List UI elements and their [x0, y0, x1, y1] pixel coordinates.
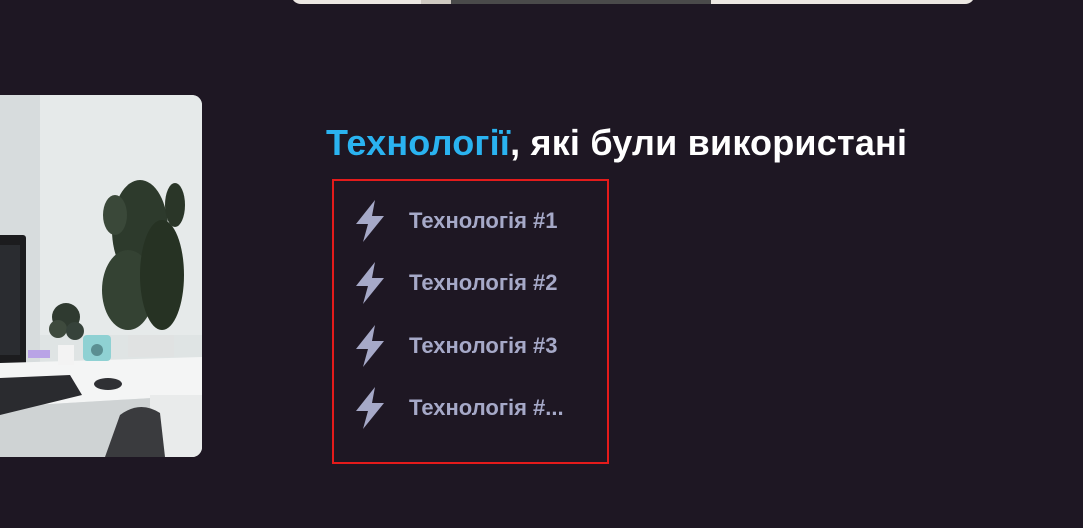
list-item-label: Технологія #3: [409, 333, 558, 358]
top-image-card: [291, 0, 975, 4]
technologies-list: Технологія #1 Технологія #2 Технологія #…: [332, 179, 609, 464]
lightning-bolt-icon: [356, 325, 384, 367]
list-item: Технологія #2: [350, 260, 558, 306]
list-item: Технологія #3: [350, 323, 558, 369]
list-item: Технологія #...: [350, 385, 564, 431]
section-title-accent: Технології: [326, 122, 511, 163]
section-title-rest: , які були використані: [510, 122, 908, 163]
section-title: Технології, які були використані: [326, 122, 907, 164]
list-item-label: Технологія #2: [409, 270, 558, 295]
lightning-bolt-icon: [356, 262, 384, 304]
workspace-photo: [0, 95, 202, 457]
lightning-bolt-icon: [356, 387, 384, 429]
list-item-label: Технологія #...: [409, 395, 564, 420]
list-item: Технологія #1: [350, 198, 558, 244]
list-item-label: Технологія #1: [409, 208, 558, 233]
lightning-bolt-icon: [356, 200, 384, 242]
